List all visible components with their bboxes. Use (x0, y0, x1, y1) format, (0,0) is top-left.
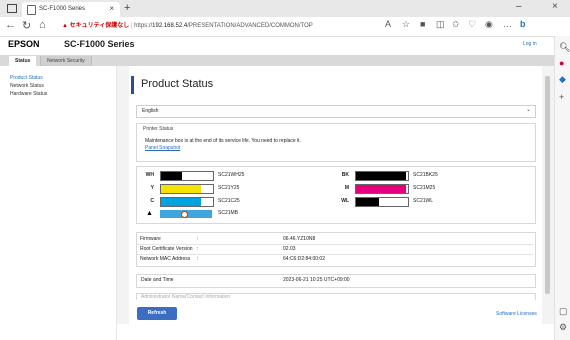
date-value: 2023-06-21 10:25 UTC+09:00 (283, 277, 350, 283)
refresh-button[interactable]: Refresh (137, 307, 177, 320)
ink-level-bar (355, 184, 409, 194)
tools-icon[interactable]: ◆ (559, 74, 566, 85)
refresh-icon[interactable]: ↻ (22, 19, 31, 32)
more-icon[interactable]: … (503, 19, 512, 29)
ink-level-bar (355, 197, 409, 207)
ink-level-bar (160, 197, 214, 207)
date-label: Date and Time (141, 277, 174, 283)
security-warning[interactable]: ▲ セキュリティ保護なし (62, 23, 129, 29)
page-icon (27, 5, 36, 15)
tab-status[interactable]: Status (9, 56, 37, 66)
ink-code: Y (150, 185, 154, 191)
browser-tab-title: SC-F1000 Series (39, 6, 86, 12)
sidebar-layout-icon[interactable]: ▢ (559, 306, 568, 317)
nav-hardware-status[interactable]: Hardware Status (10, 91, 47, 97)
tab-network-security[interactable]: Network Security (40, 56, 92, 66)
login-link[interactable]: Log in (523, 41, 537, 47)
collections-icon[interactable]: ✩ (452, 19, 460, 30)
ink-level-fill (356, 172, 407, 180)
ink-level-fill (356, 185, 407, 193)
info-row: Network MAC Address: 64:C6:D2:84:00:02 (140, 256, 325, 262)
language-select[interactable]: English ⌄ (136, 105, 536, 118)
ink-code: M (344, 185, 349, 191)
ink-level-fill (161, 172, 182, 180)
ink-level-bar (160, 171, 214, 181)
ink-name: SC21C25 (218, 198, 240, 204)
add-sidebar-icon[interactable]: + (559, 92, 564, 102)
profile-icon[interactable]: ◉ (485, 19, 493, 30)
scrollbar-thumb[interactable] (545, 76, 550, 294)
ink-level-fill (161, 185, 201, 193)
ink-code: C (150, 198, 154, 204)
software-licenses-link[interactable]: Software Licenses (496, 311, 537, 317)
close-window-icon[interactable]: × (552, 1, 558, 12)
home-icon[interactable]: ⌂ (39, 19, 46, 31)
shopping-icon[interactable]: ● (559, 58, 564, 68)
page-title: Product Status (141, 78, 214, 90)
new-tab-button[interactable]: + (124, 2, 130, 14)
search-icon[interactable]: 🔍︎ (559, 42, 570, 53)
ink-name: SC21WL (413, 198, 434, 204)
copilot-icon[interactable]: b (520, 19, 526, 29)
ink-level-fill (356, 198, 379, 206)
maintenance-box-alert-icon (181, 211, 188, 218)
printer-status-message: Maintenance box is at the end of its ser… (145, 138, 301, 144)
ink-code: BK (341, 172, 349, 178)
ink-code: WL (341, 198, 349, 204)
ink-level-bar (355, 171, 409, 181)
minimize-icon[interactable]: – (516, 1, 522, 12)
ink-name: SC21WH25 (218, 172, 245, 178)
ink-code: WH (145, 172, 154, 178)
nav-network-status[interactable]: Network Status (10, 83, 44, 89)
edge-sidebar: 🔍︎ ● ◆ + ▢ ⚙ (554, 36, 570, 340)
url-field[interactable]: ▲ セキュリティ保護なし | https://192.168.52.4/PRES… (62, 20, 313, 29)
printer-status-legend: Printer Status (143, 126, 174, 132)
language-value: English (142, 108, 159, 114)
ink-level-fill (161, 198, 201, 206)
chevron-down-icon: ⌄ (525, 107, 531, 113)
browser-essentials-icon[interactable]: ♡ (468, 19, 476, 30)
ink-name: SC21BK25 (413, 172, 438, 178)
brand-logo: EPSON (8, 39, 40, 49)
footer-area (117, 324, 554, 340)
left-nav (0, 66, 117, 340)
ink-name: SC21Y25 (218, 185, 240, 191)
ink-name: SC21M25 (413, 185, 436, 191)
ink-level-bar (160, 184, 214, 194)
browser-tab[interactable]: SC-F1000 Series × (22, 2, 120, 17)
split-screen-icon[interactable]: ◫ (436, 19, 445, 30)
title-accent-bar (131, 76, 134, 94)
settings-icon[interactable]: ⚙ (559, 322, 567, 333)
favorites-icon[interactable]: ☆ (402, 19, 410, 30)
admin-label: Administrator Name/Contact Information (141, 294, 231, 300)
model-name: SC-F1000 Series (64, 39, 135, 49)
panel-snapshot-link[interactable]: Panel Snapshot (145, 145, 180, 151)
warning-icon: ▲ (146, 210, 153, 217)
tab-actions-icon[interactable] (7, 4, 17, 13)
nav-product-status[interactable]: Product Status (10, 75, 43, 81)
close-tab-icon[interactable]: × (109, 4, 114, 13)
back-icon[interactable]: ← (5, 19, 16, 31)
read-aloud-icon[interactable]: A (385, 19, 391, 29)
extension-icon[interactable]: ■ (420, 19, 425, 29)
maintenance-box-name: SC21MB (218, 210, 239, 216)
